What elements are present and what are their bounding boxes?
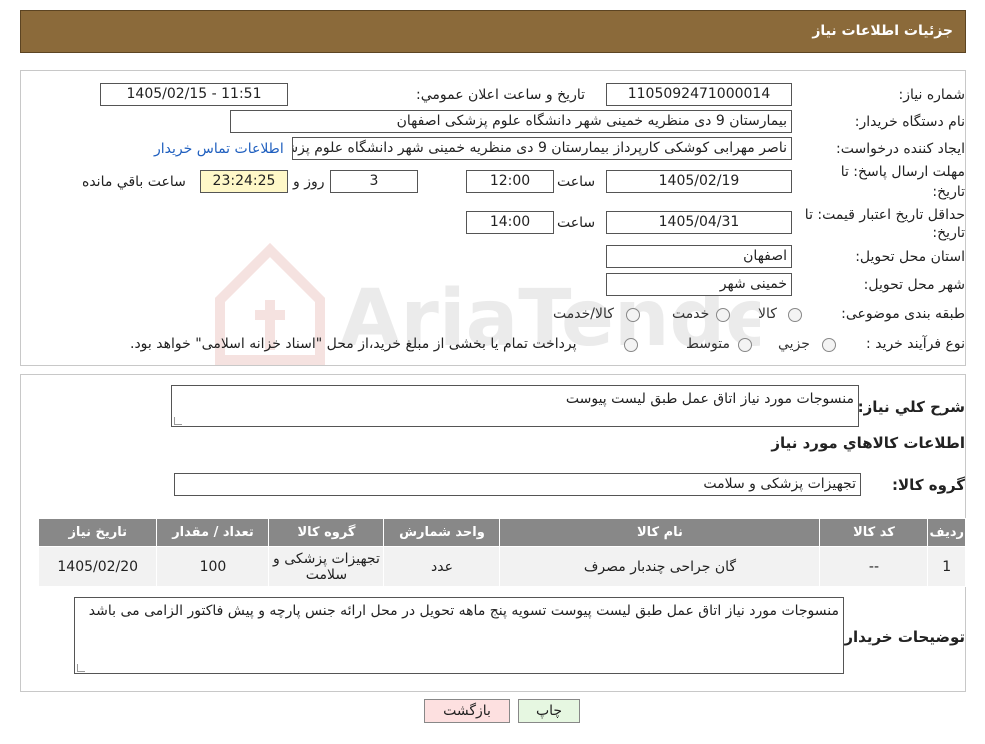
col-date: تاریخ نیاز [37, 518, 158, 547]
radio-medium-label: متوسط [686, 336, 730, 352]
province-field: اصفهان [606, 245, 792, 268]
radio-medium[interactable] [738, 338, 752, 352]
cell-date: 1405/02/20 [37, 546, 158, 587]
buyer-org-label: نام دستگاه خریدار: [854, 114, 965, 130]
days-field: 3 [330, 170, 418, 193]
creator-label: ایجاد کننده درخواست: [836, 141, 965, 157]
col-qty: تعداد / مقدار [156, 518, 270, 547]
cell-code: -- [819, 546, 929, 587]
radio-goods[interactable] [788, 308, 802, 322]
process-label: نوع فرآیند خرید : [866, 336, 965, 352]
cell-qty: 100 [156, 546, 270, 587]
col-group: گروه کالا [268, 518, 385, 547]
deadline-time-label: ساعت [557, 174, 596, 190]
deadline-label: مهلت ارسال پاسخ: تا [840, 164, 965, 180]
col-unit: واحد شمارش [383, 518, 501, 547]
process-note: پرداخت تمام یا بخشی از مبلغ خرید،از محل … [130, 336, 577, 352]
radio-service[interactable] [716, 308, 730, 322]
radio-goods-service-label: کالا/خدمت [553, 306, 614, 322]
page-header: جزئیات اطلاعات نیاز [20, 10, 966, 53]
radio-minor[interactable] [822, 338, 836, 352]
buyer-org-field: بیمارستان 9 دی منظریه خمینی شهر دانشگاه … [230, 110, 792, 133]
city-label: شهر محل تحویل: [863, 277, 965, 293]
remaining-time-field: 23:24:25 [200, 170, 288, 193]
description-text: منسوجات مورد نیاز اتاق عمل طبق لیست پیوس… [565, 391, 854, 407]
price-valid-label-date: تاریخ: [932, 225, 965, 241]
city-field: خمینی شهر [606, 273, 792, 296]
category-label: طبقه بندی موضوعی: [841, 306, 965, 322]
cell-group: تجهیزات پزشکی و سلامت [268, 546, 385, 587]
resize-handle[interactable] [77, 664, 85, 672]
radio-goods-label: کالا [758, 306, 777, 322]
price-valid-date-field: 1405/04/31 [606, 211, 792, 234]
contact-buyer-link[interactable]: اطلاعات تماس خریدار [154, 141, 284, 157]
creator-field: ناصر مهرابی کوشکی کارپرداز بیمارستان 9 د… [292, 137, 792, 160]
col-row: رديف [927, 518, 966, 547]
cell-unit: عدد [383, 546, 501, 587]
cell-row: 1 [927, 546, 966, 587]
need-number-field: 1105092471000014 [606, 83, 792, 106]
page-title: جزئیات اطلاعات نیاز [812, 23, 953, 39]
goods-info-title: اطلاعات کالاهاي مورد نياز [771, 434, 965, 452]
buyer-notes-field: منسوجات مورد نیاز اتاق عمل طبق لیست پیوس… [74, 597, 844, 674]
col-name: نام کالا [499, 518, 821, 547]
table-header-row: رديف کد کالا نام کالا واحد شمارش گروه کا… [37, 518, 966, 547]
goods-group-label: گروه کالا: [892, 476, 965, 494]
radio-goods-service[interactable] [626, 308, 640, 322]
price-valid-time-field: 14:00 [466, 211, 554, 234]
back-button[interactable]: بازگشت [424, 699, 510, 723]
resize-handle[interactable] [174, 417, 182, 425]
col-code: کد کالا [819, 518, 929, 547]
cell-name: گان جراحی چندبار مصرف [499, 546, 821, 587]
remaining-label: ساعت باقي مانده [82, 174, 186, 190]
radio-treasury[interactable] [624, 338, 638, 352]
description-label: شرح كلي نياز: [857, 398, 965, 416]
radio-minor-label: جزيي [778, 336, 810, 352]
province-label: استان محل تحویل: [855, 249, 965, 265]
deadline-time-field: 12:00 [466, 170, 554, 193]
deadline-label-date: تاریخ: [932, 184, 965, 200]
buyer-notes-label: توضیحات خریدار: [838, 628, 965, 646]
need-number-label: شماره نیاز: [898, 87, 966, 103]
goods-table: رديف کد کالا نام کالا واحد شمارش گروه کا… [37, 518, 966, 587]
price-valid-label: حداقل تاریخ اعتبار قیمت: تا [804, 207, 965, 223]
price-valid-time-label: ساعت [557, 215, 596, 231]
radio-service-label: خدمت [672, 306, 710, 322]
goods-group-field: تجهیزات پزشکی و سلامت [174, 473, 861, 496]
days-label: روز و [293, 174, 325, 190]
print-button[interactable]: چاپ [518, 699, 580, 723]
table-row: 1 -- گان جراحی چندبار مصرف عدد تجهیزات پ… [37, 546, 966, 587]
announce-field: 1405/02/15 - 11:51 [100, 83, 288, 106]
deadline-date-field: 1405/02/19 [606, 170, 792, 193]
buyer-notes-text: منسوجات مورد نیاز اتاق عمل طبق لیست پیوس… [88, 603, 839, 619]
announce-label: تاریخ و ساعت اعلان عمومي: [416, 87, 585, 103]
description-field: منسوجات مورد نیاز اتاق عمل طبق لیست پیوس… [171, 385, 859, 427]
